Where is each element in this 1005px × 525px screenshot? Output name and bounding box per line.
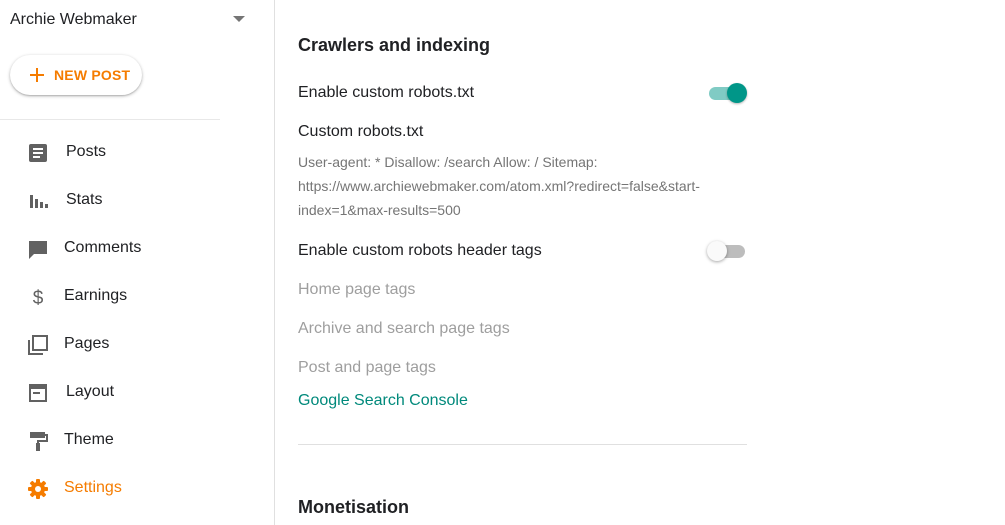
blog-name: Archie Webmaker: [10, 11, 137, 28]
sidebar-item-label: Settings: [64, 479, 122, 496]
svg-text:$: $: [33, 288, 44, 308]
sidebar: Archie Webmaker NEW POST Posts Stats Com…: [0, 0, 275, 525]
monetisation-section-title: Monetisation: [298, 497, 409, 517]
sidebar-item-label: Earnings: [64, 287, 128, 304]
google-search-console-link[interactable]: Google Search Console: [298, 392, 468, 410]
sidebar-item-label: Layout: [66, 383, 115, 400]
sidebar-item-theme[interactable]: Theme: [0, 420, 260, 460]
sidebar-item-earnings[interactable]: $ Earnings: [0, 276, 260, 316]
layout-icon: [29, 384, 47, 402]
sidebar-item-label: Comments: [64, 239, 142, 256]
gear-icon: [28, 479, 48, 499]
sidebar-item-label: Stats: [66, 191, 103, 208]
blog-switcher[interactable]: Archie Webmaker: [10, 9, 250, 31]
toggle-thumb: [727, 83, 747, 103]
archive-search-page-tags[interactable]: Archive and search page tags: [298, 320, 510, 338]
enable-header-tags-label: Enable custom robots header tags: [298, 242, 542, 259]
sidebar-item-label: Posts: [66, 143, 107, 160]
dollar-icon: $: [33, 288, 44, 308]
new-post-button[interactable]: NEW POST: [10, 55, 142, 95]
sidebar-item-label: Pages: [64, 335, 110, 352]
sidebar-divider: [0, 119, 220, 120]
settings-main: Crawlers and indexing Enable custom robo…: [275, 0, 1005, 525]
sidebar-item-posts[interactable]: Posts: [0, 132, 260, 172]
posts-icon: [29, 144, 47, 162]
custom-robots-value[interactable]: User-agent: * Disallow: /search Allow: /…: [298, 150, 728, 222]
enable-robots-label: Enable custom robots.txt: [298, 84, 475, 101]
sidebar-item-pages[interactable]: Pages: [0, 324, 260, 364]
new-post-label: NEW POST: [54, 67, 131, 83]
post-page-tags[interactable]: Post and page tags: [298, 359, 436, 377]
sidebar-item-layout[interactable]: Layout: [0, 372, 260, 412]
section-divider: [298, 444, 747, 445]
crawlers-section-title: Crawlers and indexing: [298, 35, 491, 55]
paint-roller-icon: [30, 432, 48, 451]
enable-header-tags-toggle[interactable]: [707, 240, 747, 262]
stats-icon: [30, 195, 48, 208]
sidebar-item-label: Theme: [64, 431, 114, 448]
toggle-thumb: [707, 241, 727, 261]
pages-icon: [28, 335, 48, 355]
home-page-tags[interactable]: Home page tags: [298, 281, 415, 299]
comments-icon: [29, 241, 47, 259]
enable-robots-toggle[interactable]: [707, 82, 747, 104]
dropdown-caret-icon: [233, 16, 245, 22]
sidebar-item-stats[interactable]: Stats: [0, 180, 260, 220]
plus-icon: [30, 68, 44, 82]
sidebar-item-comments[interactable]: Comments: [0, 228, 260, 268]
sidebar-item-settings[interactable]: Settings: [0, 468, 260, 508]
custom-robots-label[interactable]: Custom robots.txt: [298, 123, 423, 141]
